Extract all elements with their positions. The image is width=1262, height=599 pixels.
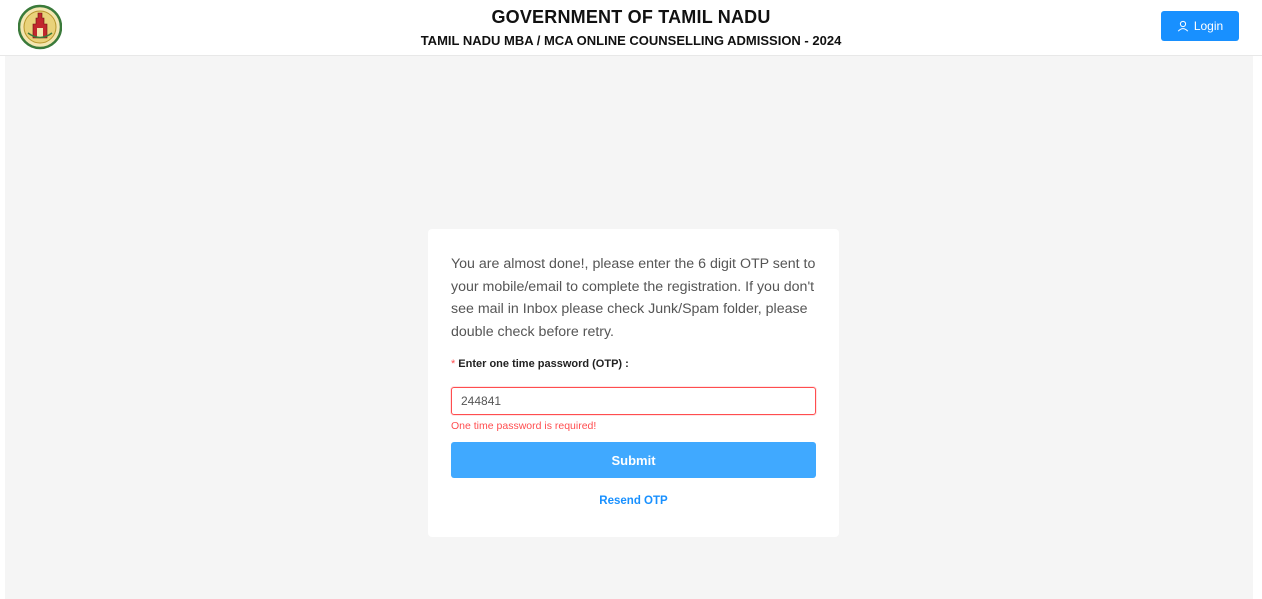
otp-input[interactable] [451,387,816,415]
otp-label-text: Enter one time password (OTP) : [458,358,629,370]
otp-error-message: One time password is required! [451,420,597,432]
main-content: You are almost done!, please enter the 6… [5,56,1253,599]
required-marker: * [451,358,456,370]
login-button[interactable]: Login [1161,11,1239,41]
header-titles: GOVERNMENT OF TAMIL NADU TAMIL NADU MBA … [0,6,1262,51]
otp-instructions: You are almost done!, please enter the 6… [451,256,816,340]
user-icon [1177,20,1189,32]
login-label: Login [1193,19,1224,33]
otp-label: * Enter one time password (OTP) : [451,358,629,370]
otp-card: You are almost done!, please enter the 6… [428,229,839,537]
submit-button[interactable]: Submit [451,442,816,478]
app-header: GOVERNMENT OF TAMIL NADU TAMIL NADU MBA … [0,0,1262,56]
page-subtitle: TAMIL NADU MBA / MCA ONLINE COUNSELLING … [420,33,842,48]
page-title: GOVERNMENT OF TAMIL NADU [491,7,771,27]
resend-otp-link[interactable]: Resend OTP [451,495,816,507]
